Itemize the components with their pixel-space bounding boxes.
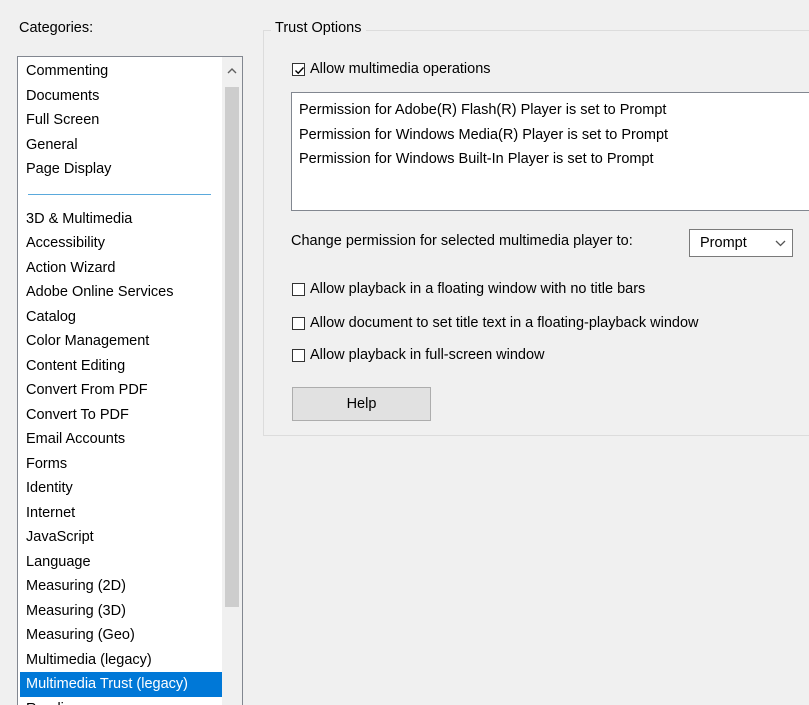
permission-select[interactable]: Prompt	[689, 229, 793, 257]
category-item-javascript[interactable]: JavaScript	[20, 525, 223, 550]
full-screen-playback-label[interactable]: Allow playback in full-screen window	[310, 347, 545, 363]
category-item-reading[interactable]: Reading	[20, 697, 223, 705]
trust-options-title: Trust Options	[271, 20, 366, 36]
preferences-dialog: Categories: Commenting Documents Full Sc…	[0, 0, 809, 705]
category-item-accessibility[interactable]: Accessibility	[20, 231, 223, 256]
category-item-page-display[interactable]: Page Display	[20, 157, 223, 182]
category-item-measuring-geo[interactable]: Measuring (Geo)	[20, 623, 223, 648]
scroll-up-arrow-icon[interactable]	[222, 57, 242, 85]
set-title-text-checkbox[interactable]	[292, 316, 305, 330]
permission-item[interactable]: Permission for Windows Media(R) Player i…	[299, 123, 668, 147]
category-item-convert-to-pdf[interactable]: Convert To PDF	[20, 403, 223, 428]
scroll-thumb[interactable]	[225, 87, 239, 607]
category-item-3d-multimedia[interactable]: 3D & Multimedia	[20, 207, 223, 232]
categories-listbox[interactable]: Commenting Documents Full Screen General…	[17, 56, 243, 705]
set-title-text-row[interactable]: Allow document to set title text in a fl…	[292, 315, 698, 331]
permission-item[interactable]: Permission for Adobe(R) Flash(R) Player …	[299, 98, 666, 122]
permissions-list[interactable]: Permission for Adobe(R) Flash(R) Player …	[291, 92, 809, 211]
category-item-catalog[interactable]: Catalog	[20, 305, 223, 330]
full-screen-playback-checkbox[interactable]	[292, 348, 305, 362]
full-screen-playback-row[interactable]: Allow playback in full-screen window	[292, 347, 545, 363]
permission-select-value: Prompt	[700, 235, 747, 251]
floating-no-title-label[interactable]: Allow playback in a floating window with…	[310, 281, 645, 297]
category-item-forms[interactable]: Forms	[20, 452, 223, 477]
list-scrollbar[interactable]	[222, 57, 242, 705]
category-item-convert-from-pdf[interactable]: Convert From PDF	[20, 378, 223, 403]
category-item-measuring-2d[interactable]: Measuring (2D)	[20, 574, 223, 599]
checkmark-icon	[295, 66, 305, 74]
floating-no-title-row[interactable]: Allow playback in a floating window with…	[292, 281, 645, 297]
floating-no-title-checkbox[interactable]	[292, 282, 305, 296]
category-item-internet[interactable]: Internet	[20, 501, 223, 526]
category-item-general[interactable]: General	[20, 133, 223, 158]
allow-multimedia-row[interactable]: Allow multimedia operations	[292, 61, 491, 77]
category-item-color-management[interactable]: Color Management	[20, 329, 223, 354]
categories-list: Commenting Documents Full Screen General…	[20, 59, 223, 705]
allow-multimedia-checkbox[interactable]	[292, 62, 305, 76]
allow-multimedia-label[interactable]: Allow multimedia operations	[310, 61, 491, 77]
category-item-adobe-online-services[interactable]: Adobe Online Services	[20, 280, 223, 305]
category-item-documents[interactable]: Documents	[20, 84, 223, 109]
change-permission-label: Change permission for selected multimedi…	[291, 233, 633, 249]
help-button[interactable]: Help	[292, 387, 431, 421]
category-item-email-accounts[interactable]: Email Accounts	[20, 427, 223, 452]
list-separator	[28, 193, 211, 195]
category-item-multimedia-trust-legacy[interactable]: Multimedia Trust (legacy)	[20, 672, 223, 697]
category-item-identity[interactable]: Identity	[20, 476, 223, 501]
category-item-action-wizard[interactable]: Action Wizard	[20, 256, 223, 281]
permission-item[interactable]: Permission for Windows Built-In Player i…	[299, 147, 654, 171]
category-item-language[interactable]: Language	[20, 550, 223, 575]
category-item-full-screen[interactable]: Full Screen	[20, 108, 223, 133]
category-item-measuring-3d[interactable]: Measuring (3D)	[20, 599, 223, 624]
set-title-text-label[interactable]: Allow document to set title text in a fl…	[310, 315, 698, 331]
category-item-commenting[interactable]: Commenting	[20, 59, 223, 84]
categories-label: Categories:	[19, 20, 94, 36]
chevron-down-icon[interactable]	[768, 230, 792, 256]
category-item-multimedia-legacy[interactable]: Multimedia (legacy)	[20, 648, 223, 673]
category-item-content-editing[interactable]: Content Editing	[20, 354, 223, 379]
